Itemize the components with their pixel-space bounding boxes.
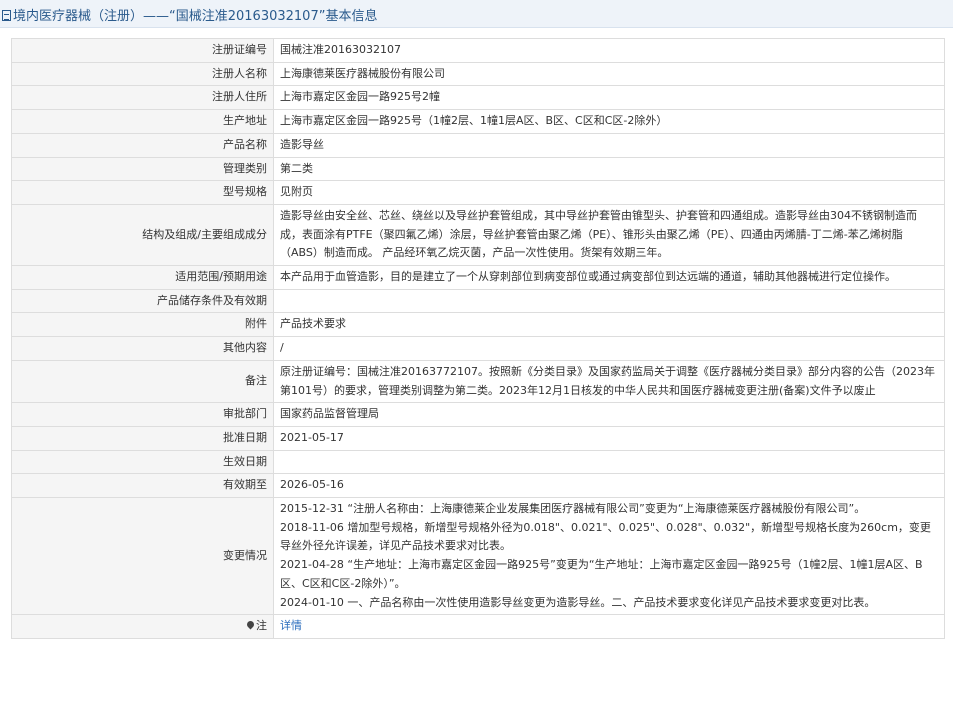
row-value: 2021-05-17 bbox=[273, 425, 945, 451]
info-table-body: 注册证编号 国械注准20163032107 注册人名称 上海康德莱医疗器械股份有限公司… bbox=[11, 38, 945, 639]
row-value: 国械注准20163032107 bbox=[273, 38, 945, 63]
row-value: 原注册证编号：国械注准20163772107。按照新《分类目录》及国家药监局关于… bbox=[273, 359, 945, 404]
row-value: 2026-05-16 bbox=[273, 473, 945, 499]
row-label: 产品名称 bbox=[11, 132, 274, 158]
table-row: 产品储存条件及有效期 bbox=[11, 288, 945, 314]
table-row: 注册证编号 国械注准20163032107 bbox=[11, 38, 945, 63]
table-row: 适用范围/预期用途 本产品用于血管造影，目的是建立了一个从穿刺部位到病变部位或通过… bbox=[11, 265, 945, 290]
table-row: 结构及组成/主要组成成分 造影导丝由安全丝、芯丝、绕丝以及导丝护套管组成，其中导丝… bbox=[11, 203, 945, 267]
document-icon bbox=[2, 10, 11, 21]
row-label: 审批部门 bbox=[11, 402, 274, 427]
row-label: 型号规格 bbox=[11, 180, 274, 205]
row-label: 管理类别 bbox=[11, 156, 274, 182]
row-value: / bbox=[273, 336, 945, 361]
row-label: 生产地址 bbox=[11, 109, 274, 134]
table-row: 有效期至 2026-05-16 bbox=[11, 473, 945, 499]
table-row: 管理类别 第二类 bbox=[11, 156, 945, 182]
row-value: 造影导丝 bbox=[273, 132, 945, 158]
table-row: 注册人名称 上海康德莱医疗器械股份有限公司 bbox=[11, 61, 945, 87]
table-row: 其他内容 / bbox=[11, 336, 945, 361]
pin-icon bbox=[245, 619, 256, 630]
row-label: 注册人住所 bbox=[11, 85, 274, 111]
row-value bbox=[273, 449, 945, 475]
table-row: 产品名称 造影导丝 bbox=[11, 132, 945, 158]
details-link[interactable]: 详情 bbox=[280, 619, 302, 632]
table-row-changes: 变更情况 2015-12-31 “注册人名称由：上海康德莱企业发展集团医疗器械有限… bbox=[11, 497, 945, 616]
row-value bbox=[273, 288, 945, 314]
row-value: 国家药品监督管理局 bbox=[273, 402, 945, 427]
row-label: 有效期至 bbox=[11, 473, 274, 499]
row-label: 备注 bbox=[11, 359, 274, 404]
note-value: 详情 bbox=[273, 614, 945, 639]
changes-value: 2015-12-31 “注册人名称由：上海康德莱企业发展集团医疗器械有限公司”变… bbox=[273, 497, 945, 616]
table-row: 型号规格 见附页 bbox=[11, 180, 945, 205]
change-entry: 2021-04-28 “生产地址：上海市嘉定区金园一路925号”变更为“生产地址… bbox=[280, 558, 923, 590]
row-value: 上海市嘉定区金园一路925号（1幢2层、1幢1层A区、B区、C区和C区-2除外） bbox=[273, 109, 945, 134]
row-value: 本产品用于血管造影，目的是建立了一个从穿刺部位到病变部位或通过病变部位到达远端的… bbox=[273, 265, 945, 290]
change-entry: 2018-11-06 增加型号规格，新增型号规格外径为0.018"、0.021"… bbox=[280, 520, 931, 553]
table-row: 生产地址 上海市嘉定区金园一路925号（1幢2层、1幢1层A区、B区、C区和C区-… bbox=[11, 109, 945, 134]
table-row: 附件 产品技术要求 bbox=[11, 312, 945, 338]
changes-label: 变更情况 bbox=[11, 497, 274, 616]
note-label-cell: 注 bbox=[11, 614, 274, 639]
page-title: 境内医疗器械（注册）——“国械注准20163032107”基本信息 bbox=[13, 9, 378, 24]
row-value: 产品技术要求 bbox=[273, 312, 945, 338]
table-row: 批准日期 2021-05-17 bbox=[11, 425, 945, 451]
table-row: 审批部门 国家药品监督管理局 bbox=[11, 402, 945, 427]
row-value: 上海市嘉定区金园一路925号2幢 bbox=[273, 85, 945, 111]
header-title-wrap: 境内医疗器械（注册）——“国械注准20163032107”基本信息 bbox=[2, 5, 377, 24]
table-row: 备注 原注册证编号：国械注准20163772107。按照新《分类目录》及国家药监局… bbox=[11, 359, 945, 404]
change-entry: 2015-12-31 “注册人名称由：上海康德莱企业发展集团医疗器械有限公司”变… bbox=[280, 502, 866, 516]
page-header: 境内医疗器械（注册）——“国械注准20163032107”基本信息 bbox=[0, 0, 953, 28]
row-label: 批准日期 bbox=[11, 425, 274, 451]
row-value: 见附页 bbox=[273, 180, 945, 205]
row-label: 产品储存条件及有效期 bbox=[11, 288, 274, 314]
table-row: 注册人住所 上海市嘉定区金园一路925号2幢 bbox=[11, 85, 945, 111]
row-value: 上海康德莱医疗器械股份有限公司 bbox=[273, 61, 945, 87]
row-label: 附件 bbox=[11, 312, 274, 338]
note-label: 注 bbox=[256, 619, 267, 633]
table-row-note: 注详情 bbox=[11, 614, 945, 639]
row-label: 注册人名称 bbox=[11, 61, 274, 87]
change-entry: 2024-01-10 一、产品名称由一次性使用造影导丝变更为造影导丝。二、产品技… bbox=[280, 595, 876, 609]
row-label: 结构及组成/主要组成成分 bbox=[11, 203, 274, 267]
row-label: 适用范围/预期用途 bbox=[11, 265, 274, 290]
row-label: 生效日期 bbox=[11, 449, 274, 475]
row-label: 注册证编号 bbox=[11, 38, 274, 63]
row-value: 造影导丝由安全丝、芯丝、绕丝以及导丝护套管组成，其中导丝护套管由锥型头、护套管和… bbox=[273, 203, 945, 267]
info-table: 注册证编号 国械注准20163032107 注册人名称 上海康德莱医疗器械股份有限公司… bbox=[11, 38, 945, 639]
table-row: 生效日期 bbox=[11, 449, 945, 475]
row-label: 其他内容 bbox=[11, 336, 274, 361]
row-value: 第二类 bbox=[273, 156, 945, 182]
